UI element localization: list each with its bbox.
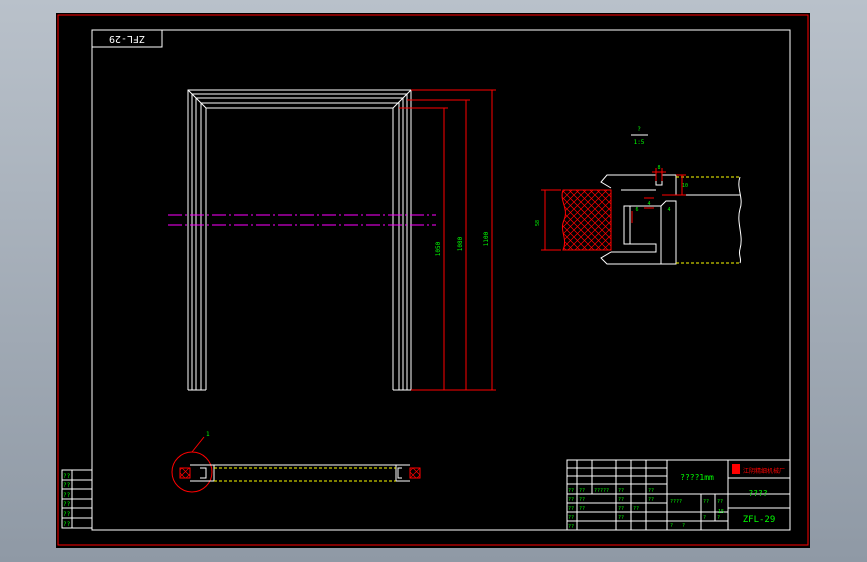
drawing-title: ???? — [748, 489, 767, 498]
revision-row-label: ?? — [63, 521, 71, 528]
count-cell: ? — [703, 515, 706, 521]
revision-row-label: ?? — [63, 473, 71, 480]
title-cell: ?? — [579, 506, 585, 512]
mass-cell: ?? — [717, 499, 723, 505]
title-cell: ?? — [579, 488, 585, 494]
revision-row-label: ?? — [63, 482, 71, 489]
section-note-top: ? — [637, 126, 641, 133]
section-detail: 58 8 10 4 6 4 — [535, 165, 742, 265]
title-cell: ????? — [594, 488, 609, 494]
sheet-scale: 15 — [718, 509, 724, 515]
dim-d3: 4 — [647, 201, 650, 207]
revision-labels: ?? ?? ?? ?? ?? ?? — [63, 473, 71, 528]
sheet-cell: ? — [682, 523, 685, 529]
section-note-bottom: 1:5 — [634, 139, 645, 146]
cad-drawing: ZFL-29 1050 1080 1100 ? 1:5 58 8 10 4 6 … — [57, 14, 809, 546]
code-stamp-box: ZFL-29 — [91, 29, 163, 48]
dim-d1: 8 — [657, 165, 660, 171]
revision-row-label: ?? — [63, 501, 71, 508]
scale-label: ????1mm — [680, 473, 714, 482]
sheet-cell: ? — [670, 523, 673, 529]
title-cell: ?? — [618, 488, 624, 494]
mass-cell: ?? — [703, 499, 709, 505]
title-cell: ?? — [579, 497, 585, 503]
plan-view: 1 — [171, 431, 421, 493]
inner-border — [91, 29, 791, 531]
title-cell: ?? — [568, 506, 574, 512]
dim-height-outer: 1100 — [483, 231, 490, 246]
dim-height-mid: 1080 — [457, 236, 464, 251]
cad-viewport[interactable]: ZFL-29 1050 1080 1100 ? 1:5 58 8 10 4 6 … — [56, 13, 810, 548]
revision-row-label: ?? — [63, 511, 71, 518]
company-logo: 江阴精细机械厂 — [732, 464, 785, 475]
title-block-text: ????1mm ?? ?? ????? ?? ?? ?? ?? ?? ?? ??… — [568, 464, 785, 530]
code-stamp-text: ZFL-29 — [109, 33, 145, 44]
section-note: ? 1:5 — [631, 126, 648, 146]
title-cell: ?? — [568, 497, 574, 503]
title-cell: ?? — [568, 488, 574, 494]
dim-d5: 4 — [667, 207, 670, 213]
dim-d4: 6 — [635, 207, 638, 213]
title-cell: ?? — [648, 497, 654, 503]
detail-marker: 1 — [206, 431, 210, 438]
dim-section-height: 58 — [535, 220, 541, 226]
title-cell: ?? — [618, 497, 624, 503]
logo-text: 江阴精细机械厂 — [743, 467, 785, 475]
dim-d2: 10 — [682, 183, 688, 189]
drawing-number: ZFL-29 — [743, 515, 776, 525]
centerlines — [168, 214, 436, 226]
title-cell: ?? — [618, 506, 624, 512]
revision-row-label: ?? — [63, 492, 71, 499]
title-cell: ?? — [648, 488, 654, 494]
dim-height-inner: 1050 — [435, 241, 442, 256]
title-cell: ?? — [633, 506, 639, 512]
weight-label: ???? — [670, 499, 682, 505]
count-cell: ? — [717, 515, 720, 521]
outer-border — [57, 14, 809, 546]
height-dimensions — [399, 89, 496, 391]
door-frame-elevation — [187, 89, 412, 391]
title-cell: ?? — [568, 515, 574, 521]
title-cell: ?? — [568, 524, 574, 530]
title-cell: ?? — [618, 515, 624, 521]
